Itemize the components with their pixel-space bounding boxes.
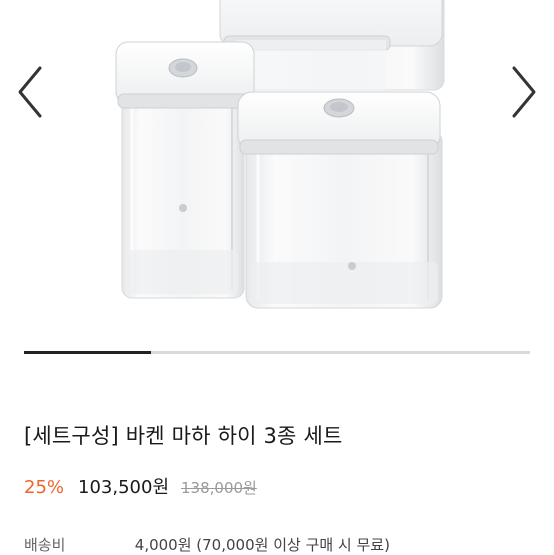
shipping-row: 배송비 4,000원 (70,000원 이상 구매 시 무료) <box>24 534 390 555</box>
product-image-gallery[interactable] <box>0 0 554 338</box>
product-title: [세트구성] 바켄 마하 하이 3종 세트 <box>24 424 343 448</box>
previous-image-button[interactable] <box>14 62 48 122</box>
price-row: 25% 103,500원 138,000원 <box>24 473 257 499</box>
gallery-progress-bar <box>24 351 530 354</box>
original-price: 138,000원 <box>181 479 257 497</box>
large-container <box>237 91 443 309</box>
chevron-right-icon <box>512 66 536 118</box>
shipping-label: 배송비 <box>24 536 66 554</box>
next-image-button[interactable] <box>506 62 540 122</box>
small-container <box>115 41 255 299</box>
chevron-left-icon <box>18 66 42 118</box>
gallery-progress-fill <box>24 351 151 354</box>
shipping-value: 4,000원 (70,000원 이상 구매 시 무료) <box>134 536 390 554</box>
product-image <box>115 0 445 309</box>
sale-price: 103,500원 <box>78 477 170 498</box>
discount-rate: 25% <box>24 477 65 498</box>
